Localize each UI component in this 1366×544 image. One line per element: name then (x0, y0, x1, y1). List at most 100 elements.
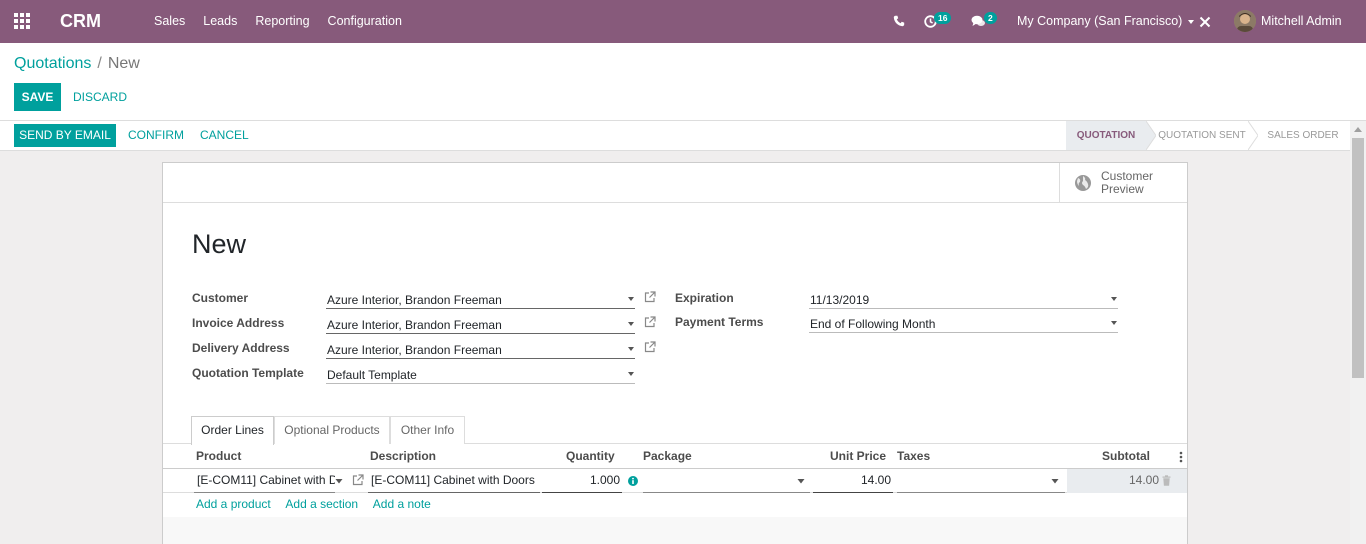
app-name: CRM (60, 11, 101, 31)
external-link-icon[interactable] (644, 341, 656, 353)
chevron-down-icon[interactable] (1051, 479, 1059, 484)
quotation-template-label: Quotation Template (192, 366, 304, 380)
line-product-value: [E-COM11] Cabinet with Doors (197, 473, 335, 487)
record-title: New (192, 229, 247, 259)
save-button[interactable]: Save (14, 83, 61, 111)
chevron-down-icon[interactable] (797, 479, 805, 484)
chevron-down-icon[interactable] (335, 479, 343, 484)
expiration-value: 11/13/2019 (810, 293, 870, 307)
line-package-field[interactable] (643, 469, 810, 493)
stage-quotation-sent[interactable]: Quotation Sent (1156, 121, 1248, 150)
chevron-down-icon (628, 297, 634, 301)
stage-arrow (1248, 121, 1258, 150)
menu-item-leads[interactable]: Leads (203, 14, 237, 28)
phone-icon[interactable] (893, 15, 905, 27)
column-unit-price[interactable]: Unit Price (830, 449, 886, 463)
column-product[interactable]: Product (196, 449, 241, 463)
expiration-label: Expiration (675, 291, 734, 305)
button-box: Customer Preview (163, 163, 1187, 203)
chevron-down-icon (628, 372, 634, 376)
chevron-down-icon (628, 347, 634, 351)
user-avatar[interactable] (1234, 10, 1256, 32)
chevron-down-icon (1111, 321, 1117, 325)
payment-terms-value: End of Following Month (810, 317, 936, 331)
stage-quotation[interactable]: Quotation (1066, 121, 1146, 150)
external-link-icon[interactable] (644, 291, 656, 303)
column-quantity[interactable]: Quantity (566, 449, 615, 463)
customer-field[interactable]: Azure Interior, Brandon Freeman (326, 289, 635, 309)
info-icon[interactable] (628, 476, 638, 486)
chevron-down-icon (1111, 297, 1117, 301)
discard-button[interactable]: Discard (73, 90, 127, 104)
quotation-template-field[interactable]: Default Template (326, 364, 635, 384)
breadcrumb: Quotations / New (14, 55, 140, 73)
expiration-field[interactable]: 11/13/2019 (809, 289, 1118, 309)
line-description-value: [E-COM11] Cabinet with Doors (371, 473, 535, 487)
stage-sales-order[interactable]: Sales Order (1262, 121, 1344, 150)
tab-optional-products[interactable]: Optional Products (274, 416, 390, 444)
control-panel: Quotations / New Save Discard (0, 43, 1366, 121)
delivery-address-value: Azure Interior, Brandon Freeman (327, 343, 502, 357)
delivery-address-field[interactable]: Azure Interior, Brandon Freeman (326, 339, 635, 359)
breadcrumb-separator: / (97, 55, 102, 72)
table-row[interactable]: [E-COM11] Cabinet with Doors [E-COM11] C… (163, 469, 1187, 493)
add-note-link[interactable]: Add a note (373, 497, 431, 511)
cancel-button[interactable]: Cancel (200, 128, 249, 142)
trash-icon[interactable] (1162, 475, 1171, 486)
company-name: My Company (San Francisco) (1017, 14, 1183, 28)
globe-icon (1075, 175, 1091, 191)
column-subtotal[interactable]: Subtotal (1102, 449, 1150, 463)
line-unit-price-field[interactable]: 14.00 (813, 469, 893, 493)
tab-other-info[interactable]: Other Info (390, 416, 465, 444)
add-section-link[interactable]: Add a section (285, 497, 358, 511)
line-description-field[interactable]: [E-COM11] Cabinet with Doors (368, 469, 540, 493)
breadcrumb-current: New (107, 55, 140, 72)
send-by-email-button[interactable]: Send by Email (14, 124, 116, 147)
debug-tools-icon[interactable] (1199, 16, 1211, 28)
user-menu[interactable]: Mitchell Admin (1261, 14, 1342, 28)
external-link-icon[interactable] (352, 474, 364, 486)
scroll-up-icon[interactable] (1354, 126, 1362, 132)
form-sheet: Customer Preview New Customer Azure Inte… (162, 162, 1188, 544)
scrollbar-thumb[interactable] (1352, 138, 1364, 378)
page-scrollbar[interactable] (1350, 121, 1366, 544)
customer-value: Azure Interior, Brandon Freeman (327, 293, 502, 307)
line-product-field[interactable]: [E-COM11] Cabinet with Doors (194, 469, 335, 493)
customer-preview-label: Customer Preview (1101, 170, 1153, 196)
menu-item-sales[interactable]: Sales (154, 14, 185, 28)
column-description[interactable]: Description (370, 449, 436, 463)
payment-terms-field[interactable]: End of Following Month (809, 313, 1118, 333)
line-subtotal-value: 14.00 (1128, 473, 1159, 487)
add-product-link[interactable]: Add a product (196, 497, 271, 511)
invoice-address-value: Azure Interior, Brandon Freeman (327, 318, 502, 332)
stage-arrow-active (1146, 121, 1156, 150)
line-quantity-value: 1.000 (589, 473, 620, 487)
invoice-address-label: Invoice Address (192, 316, 285, 330)
line-quantity-field[interactable]: 1.000 (542, 469, 622, 493)
line-taxes-field[interactable] (897, 469, 1065, 493)
customer-preview-button[interactable]: Customer Preview (1059, 163, 1187, 203)
invoice-address-field[interactable]: Azure Interior, Brandon Freeman (326, 314, 635, 334)
customer-label: Customer (192, 291, 249, 305)
delivery-address-label: Delivery Address (192, 341, 290, 355)
tab-order-lines[interactable]: Order Lines (191, 416, 274, 445)
main-menu: Sales Leads Reporting Configuration (154, 14, 420, 28)
activity-count-badge: 16 (934, 12, 952, 24)
top-navbar: CRM Sales Leads Reporting Configuration … (0, 0, 1366, 43)
company-switcher[interactable]: My Company (San Francisco) (1017, 14, 1195, 28)
menu-item-configuration[interactable]: Configuration (328, 14, 402, 28)
order-lines-header: Product Description Quantity Package Uni… (163, 444, 1187, 469)
column-package[interactable]: Package (643, 449, 692, 463)
breadcrumb-quotations-link[interactable]: Quotations (14, 55, 91, 72)
chevron-down-icon (1188, 19, 1195, 24)
external-link-icon[interactable] (644, 316, 656, 328)
add-line-links: Add a product Add a section Add a note (196, 497, 443, 511)
confirm-button[interactable]: Confirm (128, 128, 184, 142)
apps-menu-icon[interactable] (14, 13, 30, 29)
quotation-template-value: Default Template (327, 368, 417, 382)
optional-columns-icon[interactable] (1179, 451, 1183, 463)
chevron-down-icon (628, 322, 634, 326)
form-statusbar: Send by Email Confirm Cancel Quotation Q… (0, 121, 1350, 151)
menu-item-reporting[interactable]: Reporting (255, 14, 309, 28)
column-taxes[interactable]: Taxes (897, 449, 930, 463)
